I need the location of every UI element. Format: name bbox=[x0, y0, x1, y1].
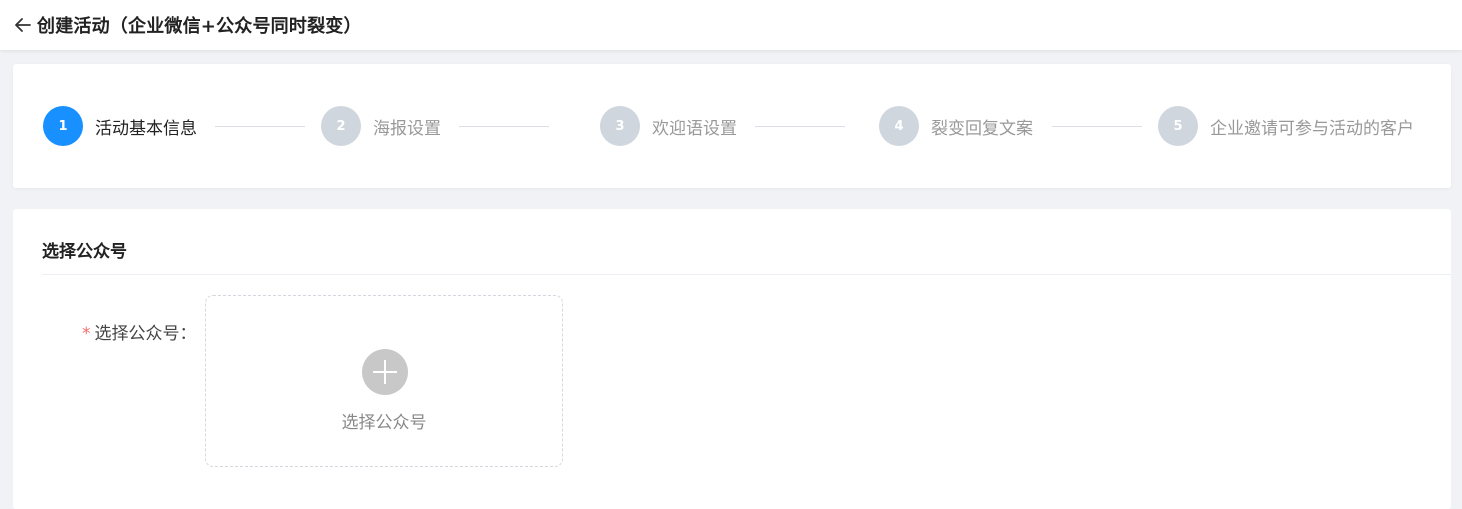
step-connector bbox=[215, 126, 305, 127]
section-divider bbox=[42, 274, 1451, 275]
step-3[interactable]: 3 欢迎语设置 bbox=[600, 106, 737, 146]
step-label: 海报设置 bbox=[373, 118, 441, 139]
step-connector bbox=[755, 126, 845, 127]
steps-bar: 1 活动基本信息 2 海报设置 3 欢迎语设置 4 裂变回复文案 5 企业邀请可… bbox=[13, 64, 1451, 188]
step-label: 企业邀请可参与活动的客户 bbox=[1210, 118, 1414, 139]
arrow-left-icon[interactable] bbox=[12, 14, 34, 36]
step-connector bbox=[459, 126, 549, 127]
select-account-text: 选择公众号 bbox=[341, 413, 427, 433]
step-number-badge: 1 bbox=[43, 106, 83, 146]
account-field-label: * 选择公众号： bbox=[82, 319, 197, 344]
step-label: 活动基本信息 bbox=[95, 118, 197, 139]
plus-circle-icon[interactable] bbox=[362, 349, 408, 395]
step-number-badge: 2 bbox=[321, 106, 361, 146]
account-label-text: 选择公众号： bbox=[94, 324, 197, 344]
form-card: 选择公众号 * 选择公众号： 选择公众号 bbox=[13, 209, 1451, 509]
section-title: 选择公众号 bbox=[42, 242, 127, 262]
step-label: 裂变回复文案 bbox=[931, 118, 1033, 139]
step-2[interactable]: 2 海报设置 bbox=[321, 106, 441, 146]
step-label: 欢迎语设置 bbox=[652, 118, 737, 139]
step-4[interactable]: 4 裂变回复文案 bbox=[879, 106, 1033, 146]
page-header: 创建活动（企业微信+公众号同时裂变） bbox=[0, 0, 1462, 50]
step-connector bbox=[1052, 126, 1142, 127]
step-number-badge: 4 bbox=[879, 106, 919, 146]
required-mark: * bbox=[82, 324, 91, 344]
select-account-button[interactable]: 选择公众号 bbox=[205, 295, 563, 467]
page-title: 创建活动（企业微信+公众号同时裂变） bbox=[37, 16, 362, 37]
step-number-badge: 5 bbox=[1158, 106, 1198, 146]
step-1[interactable]: 1 活动基本信息 bbox=[43, 106, 197, 146]
step-5[interactable]: 5 企业邀请可参与活动的客户 bbox=[1158, 106, 1414, 146]
step-number-badge: 3 bbox=[600, 106, 640, 146]
